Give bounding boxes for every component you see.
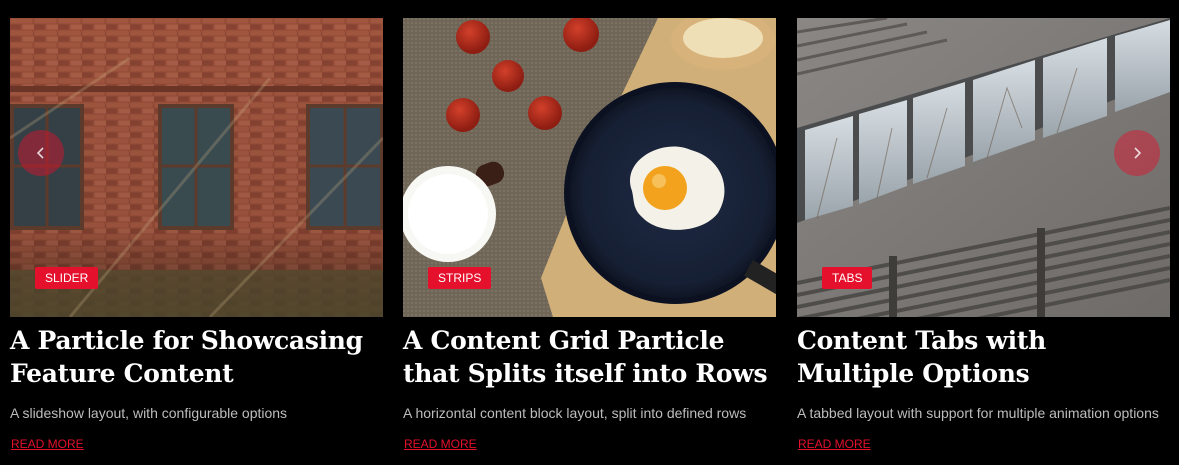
next-slide-button[interactable]	[1114, 130, 1160, 176]
read-more-link[interactable]: READ MORE	[798, 437, 871, 451]
card-strips: STRIPS A Content Grid Particle that Spli…	[403, 18, 776, 465]
chevron-right-icon	[1134, 147, 1142, 159]
card-title[interactable]: Content Tabs with Multiple Options	[797, 324, 1170, 390]
chevron-left-icon	[36, 147, 44, 159]
category-badge[interactable]: TABS	[822, 267, 873, 289]
card-title[interactable]: A Particle for Showcasing Feature Conten…	[10, 324, 383, 390]
card-slider: SLIDER A Particle for Showcasing Feature…	[10, 18, 383, 465]
previous-slide-button[interactable]	[18, 130, 64, 176]
read-more-link[interactable]: READ MORE	[404, 437, 477, 451]
card-description: A slideshow layout, with configurable op…	[10, 405, 288, 421]
card-title[interactable]: A Content Grid Particle that Splits itse…	[403, 324, 776, 390]
card-tabs: TABS Content Tabs with Multiple Options …	[797, 18, 1170, 465]
card-description: A tabbed layout with support for multipl…	[797, 405, 1159, 421]
content-carousel: SLIDER A Particle for Showcasing Feature…	[0, 0, 1179, 465]
card-description: A horizontal content block layout, split…	[403, 405, 747, 421]
read-more-link[interactable]: READ MORE	[11, 437, 84, 451]
category-badge[interactable]: STRIPS	[428, 267, 492, 289]
category-badge[interactable]: SLIDER	[35, 267, 99, 289]
